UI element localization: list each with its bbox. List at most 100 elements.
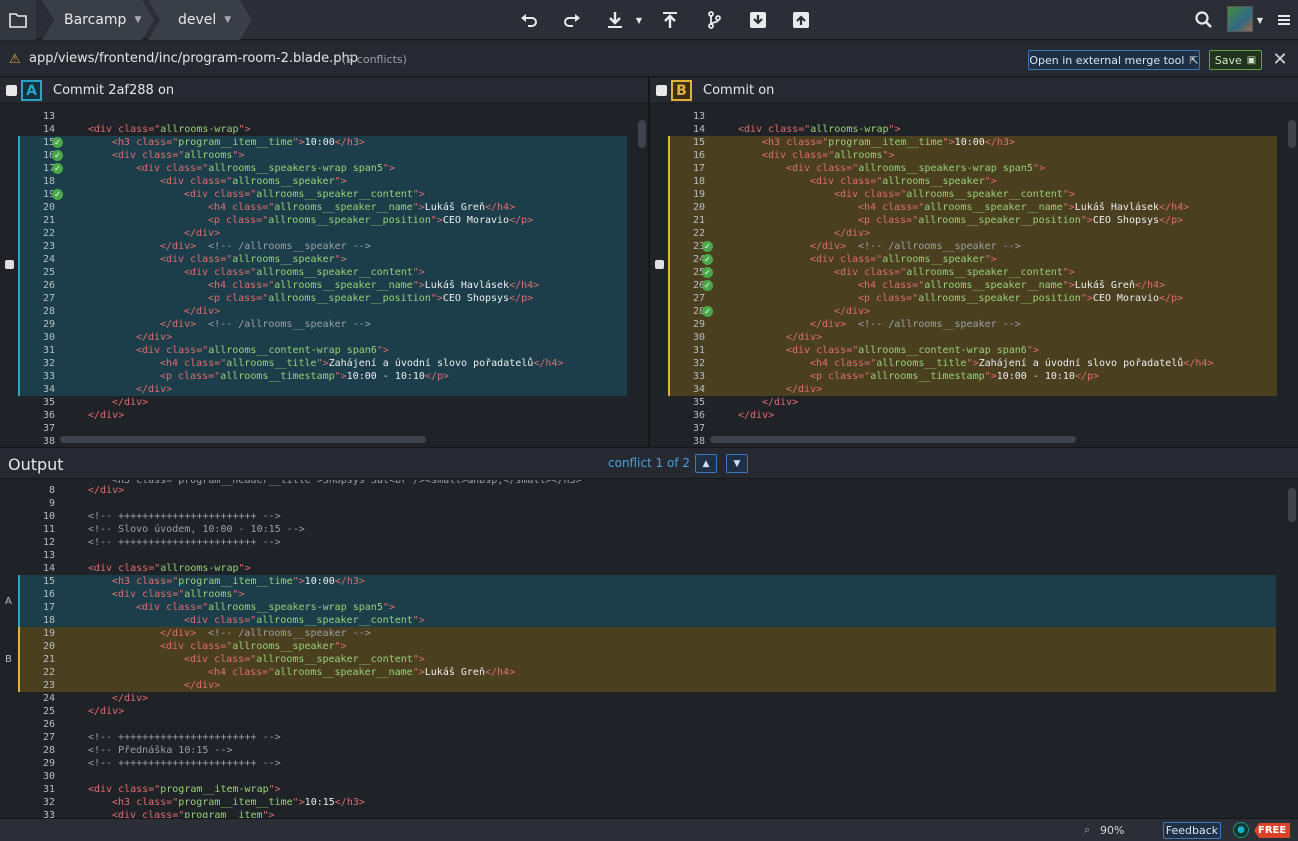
menu-icon[interactable] <box>1270 6 1298 34</box>
code-line[interactable]: 19 <div class="allrooms__speaker__content… <box>0 188 627 201</box>
code-line[interactable]: 10 <!-- +++++++++++++++++++++++ --> <box>0 510 1276 523</box>
pane-b-vertical-scrollbar[interactable] <box>1288 120 1296 148</box>
pane-b-hunk-checkbox[interactable] <box>655 260 664 269</box>
check-icon[interactable]: ✓ <box>702 241 713 252</box>
code-line[interactable]: 13 <box>0 110 627 123</box>
code-line[interactable]: 33 <p class="allrooms__timestamp">10:00 -… <box>650 370 1277 383</box>
code-line[interactable]: 20 <h4 class="allrooms__speaker__name">Lu… <box>650 201 1277 214</box>
pane-a-vertical-scrollbar[interactable] <box>638 120 646 148</box>
code-line[interactable]: 31 <div class="allrooms__content-wrap spa… <box>650 344 1277 357</box>
code-line[interactable]: 29 </div> <!-- /allrooms__speaker --> <box>650 318 1277 331</box>
code-line[interactable]: 25 <div class="allrooms__speaker__content… <box>650 266 1277 279</box>
code-line[interactable]: 30 </div> <box>650 331 1277 344</box>
code-line[interactable]: 16 <div class="allrooms"> <box>0 149 627 162</box>
code-line[interactable]: 31 <div class="allrooms__content-wrap spa… <box>0 344 627 357</box>
search-icon[interactable] <box>1190 6 1218 34</box>
code-line[interactable]: 22 <h4 class="allrooms__speaker__name">Lu… <box>0 666 1276 679</box>
code-line[interactable]: 18 <div class="allrooms__speaker"> <box>650 175 1277 188</box>
code-line[interactable]: 29 <!-- +++++++++++++++++++++++ --> <box>0 757 1276 770</box>
repo-breadcrumb[interactable]: Barcamp ▼ <box>42 0 154 40</box>
code-line[interactable]: 16 <div class="allrooms"> <box>650 149 1277 162</box>
code-line[interactable]: 32 <h3 class="program__item__time">10:15<… <box>0 796 1276 809</box>
code-line[interactable]: 25 </div> <box>0 705 1276 718</box>
code-line[interactable]: 21 <div class="allrooms__speaker__content… <box>0 653 1276 666</box>
code-line[interactable]: 22 </div> <box>0 227 627 240</box>
code-line[interactable]: 8 </div> <box>0 484 1276 497</box>
code-line[interactable]: 33 <p class="allrooms__timestamp">10:00 -… <box>0 370 627 383</box>
folder-icon[interactable] <box>0 0 36 40</box>
code-line[interactable]: 23 </div> <!-- /allrooms__speaker --> <box>0 240 627 253</box>
code-line[interactable]: 15 <h3 class="program__item__time">10:00<… <box>0 136 627 149</box>
check-icon[interactable]: ✓ <box>52 163 63 174</box>
code-line[interactable]: 37 <box>650 422 1277 435</box>
code-line[interactable]: 20 <div class="allrooms__speaker"> <box>0 640 1276 653</box>
code-line[interactable]: 17 <div class="allrooms__speakers-wrap sp… <box>0 601 1276 614</box>
code-line[interactable]: 34 </div> <box>0 383 627 396</box>
prev-conflict-button[interactable]: ▲ <box>695 454 717 473</box>
code-line[interactable]: 35 </div> <box>650 396 1277 409</box>
code-line[interactable]: 19 </div> <!-- /allrooms__speaker --> <box>0 627 1276 640</box>
code-line[interactable]: 12 <!-- +++++++++++++++++++++++ --> <box>0 536 1276 549</box>
code-line[interactable]: 27 <!-- +++++++++++++++++++++++ --> <box>0 731 1276 744</box>
code-line[interactable]: 25 <div class="allrooms__speaker__content… <box>0 266 627 279</box>
close-icon[interactable]: ✕ <box>1270 48 1290 70</box>
code-line[interactable]: 14 <div class="allrooms-wrap"> <box>0 123 627 136</box>
code-line[interactable]: 18 <div class="allrooms__speaker"> <box>0 175 627 188</box>
pull-icon[interactable] <box>601 6 629 34</box>
pane-a-horizontal-scrollbar[interactable] <box>60 436 426 443</box>
check-icon[interactable]: ✓ <box>702 306 713 317</box>
code-line[interactable]: 15 <h3 class="program__item__time">10:00<… <box>650 136 1277 149</box>
output-code[interactable]: <h3 class="program__header__title">Shops… <box>0 480 1298 818</box>
redo-icon[interactable] <box>558 6 586 34</box>
code-line[interactable]: 34 </div> <box>650 383 1277 396</box>
code-line[interactable]: 33 <div class="program__item"> <box>0 809 1276 818</box>
undo-icon[interactable] <box>515 6 543 34</box>
code-line[interactable]: 27 <p class="allrooms__speaker__position"… <box>0 292 627 305</box>
check-icon[interactable]: ✓ <box>702 280 713 291</box>
code-line[interactable]: 9 <box>0 497 1276 510</box>
code-line[interactable]: 17 <div class="allrooms__speakers-wrap sp… <box>650 162 1277 175</box>
external-merge-tool-button[interactable]: Open in external merge tool ⇱ <box>1028 50 1200 70</box>
code-line[interactable]: 24 <div class="allrooms__speaker"> <box>0 253 627 266</box>
pop-icon[interactable] <box>787 6 815 34</box>
code-line[interactable]: 23 </div> <!-- /allrooms__speaker --> <box>650 240 1277 253</box>
code-line[interactable]: 13 <box>0 549 1276 562</box>
check-icon[interactable]: ✓ <box>52 189 63 200</box>
code-line[interactable]: 21 <p class="allrooms__speaker__position"… <box>0 214 627 227</box>
next-conflict-button[interactable]: ▼ <box>726 454 748 473</box>
code-line[interactable]: 26 <box>0 718 1276 731</box>
code-line[interactable]: 18 <div class="allrooms__speaker__content… <box>0 614 1276 627</box>
code-line[interactable]: 26 <h4 class="allrooms__speaker__name">Lu… <box>0 279 627 292</box>
zoom-level[interactable]: 90% <box>1100 824 1124 837</box>
check-icon[interactable]: ✓ <box>52 150 63 161</box>
code-line[interactable]: 37 <box>0 422 627 435</box>
code-line[interactable]: 26 <h4 class="allrooms__speaker__name">Lu… <box>650 279 1277 292</box>
code-line[interactable]: 32 <h4 class="allrooms__title">Zahájení a… <box>650 357 1277 370</box>
pane-b-select-all-checkbox[interactable] <box>656 85 667 96</box>
code-line[interactable]: 29 </div> <!-- /allrooms__speaker --> <box>0 318 627 331</box>
branch-icon[interactable] <box>700 6 728 34</box>
code-line[interactable]: 30 <box>0 770 1276 783</box>
avatar[interactable] <box>1227 6 1253 32</box>
pane-a-code[interactable]: 13 14 <div class="allrooms-wrap"> 15 <h3 cla… <box>0 105 648 446</box>
feedback-button[interactable]: Feedback <box>1163 822 1221 839</box>
code-line[interactable]: 14 <div class="allrooms-wrap"> <box>650 123 1277 136</box>
code-line[interactable]: 28 <!-- Přednáška 10:15 --> <box>0 744 1276 757</box>
code-line[interactable]: 28 </div> <box>0 305 627 318</box>
code-line[interactable]: 27 <p class="allrooms__speaker__position"… <box>650 292 1277 305</box>
push-icon[interactable] <box>656 6 684 34</box>
code-line[interactable]: 17 <div class="allrooms__speakers-wrap sp… <box>0 162 627 175</box>
code-line[interactable]: 11 <!-- Slovo úvodem, 10:00 - 10:15 --> <box>0 523 1276 536</box>
output-vertical-scrollbar[interactable] <box>1288 488 1296 522</box>
pane-a-select-all-checkbox[interactable] <box>6 85 17 96</box>
code-line[interactable]: 36 </div> <box>0 409 627 422</box>
code-line[interactable]: 14 <div class="allrooms-wrap"> <box>0 562 1276 575</box>
code-line[interactable]: 13 <box>650 110 1277 123</box>
code-line[interactable]: 32 <h4 class="allrooms__title">Zahájení a… <box>0 357 627 370</box>
code-line[interactable]: 23 </div> <box>0 679 1276 692</box>
code-line[interactable]: 35 </div> <box>0 396 627 409</box>
code-line[interactable]: 30 </div> <box>0 331 627 344</box>
save-button[interactable]: Save ▣ <box>1209 50 1262 70</box>
branch-breadcrumb[interactable]: devel ▼ <box>148 0 252 40</box>
code-line[interactable]: 31 <div class="program__item-wrap"> <box>0 783 1276 796</box>
